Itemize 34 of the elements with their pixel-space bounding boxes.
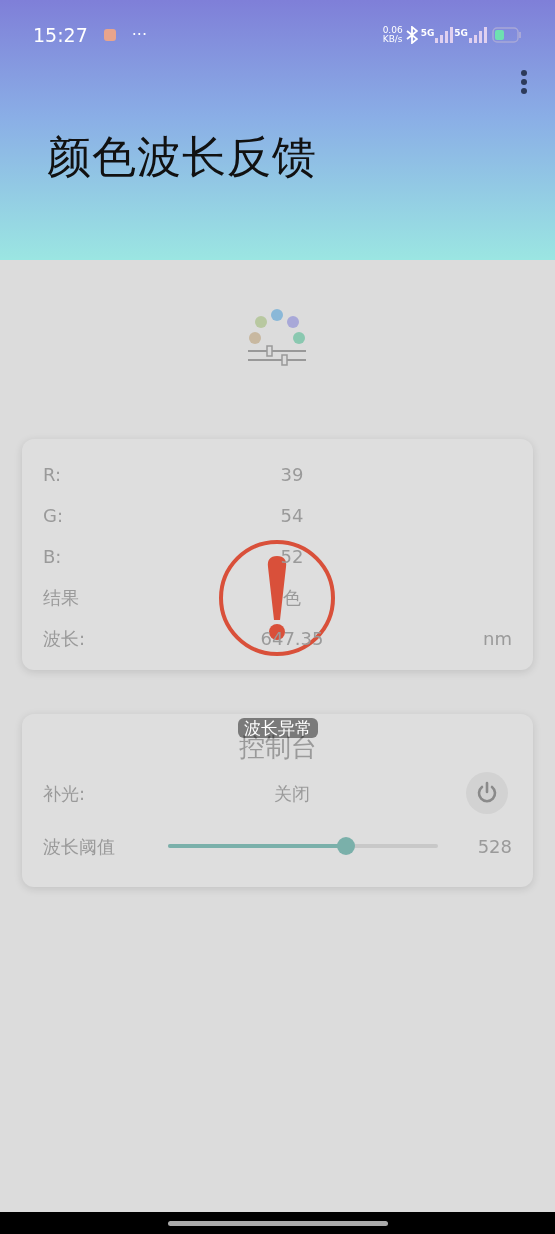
threshold-value: 528 [477,835,512,857]
reading-unit: nm [483,628,512,649]
reading-value: 52 [279,545,305,569]
reading-label: 结果 [42,586,80,610]
fill-light-state: 关闭 [273,781,311,806]
reading-label: G: [42,504,64,528]
reading-label: 波长: [42,627,87,651]
battery-icon [492,27,522,43]
signal-icon [434,27,455,43]
slider-track[interactable] [168,844,438,848]
network-type: 5G [420,27,435,40]
reading-value: 54 [279,504,305,528]
signal-icon [468,27,488,43]
reading-value: 39 [279,463,305,487]
reading-value: 色 [282,586,302,610]
network-speed: 0.06 [382,25,403,35]
reading-label: R: [42,463,63,487]
slider-thumb[interactable] [337,837,356,855]
reading-label: B: [42,545,63,569]
notification-icon [103,29,116,41]
status-time: 15:27 [33,22,88,48]
power-icon [475,781,499,805]
warning-icon [218,539,336,657]
threshold-label: 波长阈值 [42,834,116,859]
power-button[interactable] [466,772,508,814]
color-sliders-icon [247,308,308,368]
app-title: 颜色波长反馈 [46,130,318,184]
network-speed-unit: KB/s [382,35,403,45]
network-type: 5G [454,27,468,40]
bluetooth-icon [405,26,418,44]
home-indicator[interactable] [167,1220,388,1226]
more-notifications: ··· [131,24,148,46]
menu-icon[interactable] [520,70,528,94]
fill-light-label: 补光: [42,781,87,806]
